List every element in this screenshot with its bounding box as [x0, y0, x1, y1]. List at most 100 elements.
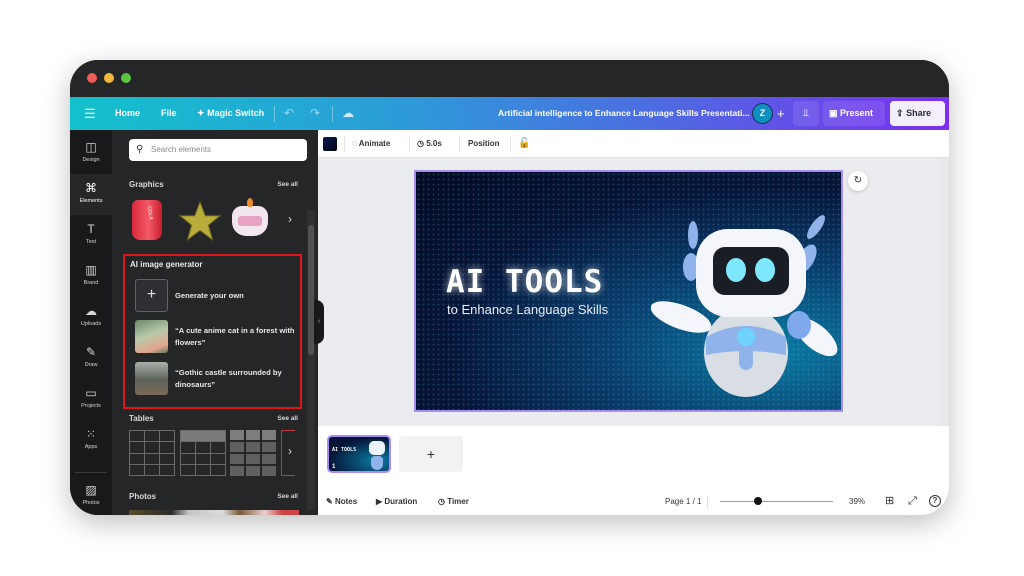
lock-icon[interactable]: 🔓: [518, 130, 530, 158]
candle-graphic[interactable]: [232, 198, 268, 236]
nav-projects[interactable]: ▭ Projects: [70, 379, 112, 420]
ai-generator-heading: AI image generator: [130, 260, 203, 269]
position-button[interactable]: Position: [468, 130, 500, 158]
animate-icon: ◌: [352, 139, 357, 148]
graphics-see-all-link[interactable]: See all: [277, 181, 298, 188]
present-button[interactable]: ▣ Present: [823, 101, 885, 126]
photos-see-all-link[interactable]: See all: [277, 493, 298, 500]
timer-button[interactable]: ◷ Timer: [438, 488, 469, 515]
background-color-swatch[interactable]: [323, 137, 337, 151]
page-indicator[interactable]: Page 1 / 1: [665, 488, 701, 515]
table-template[interactable]: [180, 430, 226, 476]
notes-icon: ✎: [326, 497, 333, 506]
animate-label: Animate: [358, 139, 391, 148]
search-elements-input[interactable]: ⚲ Search elements: [129, 139, 307, 161]
divider: [409, 137, 410, 151]
ai-prompt-item-castle[interactable]: “Gothic castle surrounded by dinosaurs”: [135, 362, 300, 395]
zoom-percentage[interactable]: 39%: [849, 488, 865, 515]
tables-next-arrow[interactable]: ›: [288, 444, 292, 458]
nav-divider: [75, 472, 107, 473]
zoom-slider-track[interactable]: [720, 501, 833, 502]
table-template[interactable]: [129, 430, 175, 476]
minimize-window-button[interactable]: [104, 73, 114, 83]
ai-prompt-item-cat[interactable]: “A cute anime cat in a forest with flowe…: [135, 320, 300, 353]
nav-elements[interactable]: ⌘ Elements: [70, 174, 112, 215]
graphics-heading: Graphics: [129, 180, 164, 189]
page-thumbnail[interactable]: AI TOOLS 1: [327, 435, 391, 473]
photos-preview-strip[interactable]: [129, 510, 299, 515]
text-icon: T: [87, 222, 95, 236]
nav-design[interactable]: ◫ Design: [70, 133, 112, 174]
user-avatar[interactable]: Z: [752, 103, 773, 124]
table-template[interactable]: [230, 430, 276, 476]
panel-scrollbar[interactable]: [307, 210, 315, 510]
add-page-button[interactable]: +: [399, 436, 463, 472]
help-icon[interactable]: ?: [929, 495, 941, 507]
grid-view-icon[interactable]: ⊞: [885, 488, 894, 515]
photos-heading: Photos: [129, 492, 157, 501]
animate-button[interactable]: ◌ Animate: [352, 130, 390, 158]
ai-item-label: “A cute anime cat in a forest with flowe…: [175, 325, 295, 347]
generate-your-own-item[interactable]: + Generate your own: [135, 279, 300, 312]
fullscreen-icon[interactable]: ⤢: [908, 488, 917, 515]
ai-item-label: “Gothic castle surrounded by dinosaurs”: [175, 367, 282, 389]
apps-grid-icon: ⁙: [85, 427, 97, 441]
anime-cat-thumbnail: [135, 320, 168, 353]
slide-subtitle[interactable]: to Enhance Language Skills: [447, 302, 608, 317]
document-title[interactable]: Artificial intelligence to Enhance Langu…: [498, 97, 750, 130]
home-button[interactable]: Home: [115, 97, 140, 130]
nav-label: Draw: [84, 362, 98, 368]
tables-heading: Tables: [129, 414, 154, 423]
redo-icon[interactable]: ↷: [310, 97, 320, 130]
close-window-button[interactable]: [87, 73, 97, 83]
draw-pen-icon: ✎: [85, 345, 97, 359]
gothic-castle-thumbnail: [135, 362, 168, 395]
app-window: ☰ Home File ✦ Magic Switch ↶ ↷ ☁ Artific…: [70, 60, 949, 515]
magic-switch-icon: ✦: [197, 108, 205, 118]
robot-illustration[interactable]: [651, 197, 843, 407]
zoom-slider-handle[interactable]: [754, 497, 762, 505]
nav-text[interactable]: T Text: [70, 215, 112, 256]
tables-see-all-link[interactable]: See all: [277, 415, 298, 422]
left-navigation: ◫ Design ⌘ Elements T Text ▥ Brand ☁ Uploads …: [70, 130, 112, 515]
collapse-panel-handle[interactable]: ‹: [314, 300, 324, 344]
nav-photos[interactable]: ▨ Photos: [70, 476, 112, 515]
add-comment-icon[interactable]: ↻: [848, 171, 868, 191]
slide-title[interactable]: AI TOOLS: [446, 264, 603, 300]
share-button[interactable]: ⇪ Share: [890, 101, 945, 126]
nav-label: Projects: [81, 403, 101, 409]
maximize-window-button[interactable]: [121, 73, 131, 83]
nav-label: Photos: [82, 500, 100, 506]
insights-icon[interactable]: ⫫: [793, 101, 819, 126]
toolbar-divider: [274, 106, 275, 122]
add-collaborator-button[interactable]: +: [777, 97, 785, 130]
nav-label: Design: [82, 157, 100, 163]
undo-icon[interactable]: ↶: [284, 97, 294, 130]
design-icon: ◫: [85, 140, 97, 154]
file-menu-button[interactable]: File: [161, 97, 177, 130]
duration-button[interactable]: ◷ 5.0s: [417, 130, 442, 158]
nav-label: Uploads: [80, 321, 102, 327]
present-label: Present: [840, 108, 874, 118]
nav-draw[interactable]: ✎ Draw: [70, 338, 112, 379]
nav-brand[interactable]: ▥ Brand: [70, 256, 112, 297]
toolbar-divider: [332, 106, 333, 122]
nav-apps[interactable]: ⁙ Apps: [70, 420, 112, 461]
photos-icon: ▨: [85, 483, 97, 497]
nav-label: Brand: [83, 280, 99, 286]
clock-icon: ◷: [417, 139, 424, 148]
gold-star-graphic[interactable]: [179, 200, 221, 242]
share-icon: ⇪: [896, 108, 904, 118]
nav-uploads[interactable]: ☁ Uploads: [70, 297, 112, 338]
duration-footer-button[interactable]: ▶ Duration: [376, 488, 417, 515]
notes-button[interactable]: ✎ Notes: [326, 488, 357, 515]
graphics-next-arrow[interactable]: ›: [288, 212, 292, 226]
duration-label: 5.0s: [426, 139, 442, 148]
duration-footer-label: Duration: [384, 497, 418, 506]
slide-canvas[interactable]: AI TOOLS to Enhance Language Skills: [414, 170, 843, 412]
magic-switch-button[interactable]: ✦ Magic Switch: [197, 97, 264, 130]
bottom-bar: ✎ Notes ▶ Duration ◷ Timer Page 1 / 1 39…: [318, 488, 949, 515]
cloud-saved-icon[interactable]: ☁: [342, 97, 354, 130]
hamburger-icon[interactable]: ☰: [84, 97, 96, 130]
cola-can-graphic[interactable]: COLA: [132, 200, 162, 240]
